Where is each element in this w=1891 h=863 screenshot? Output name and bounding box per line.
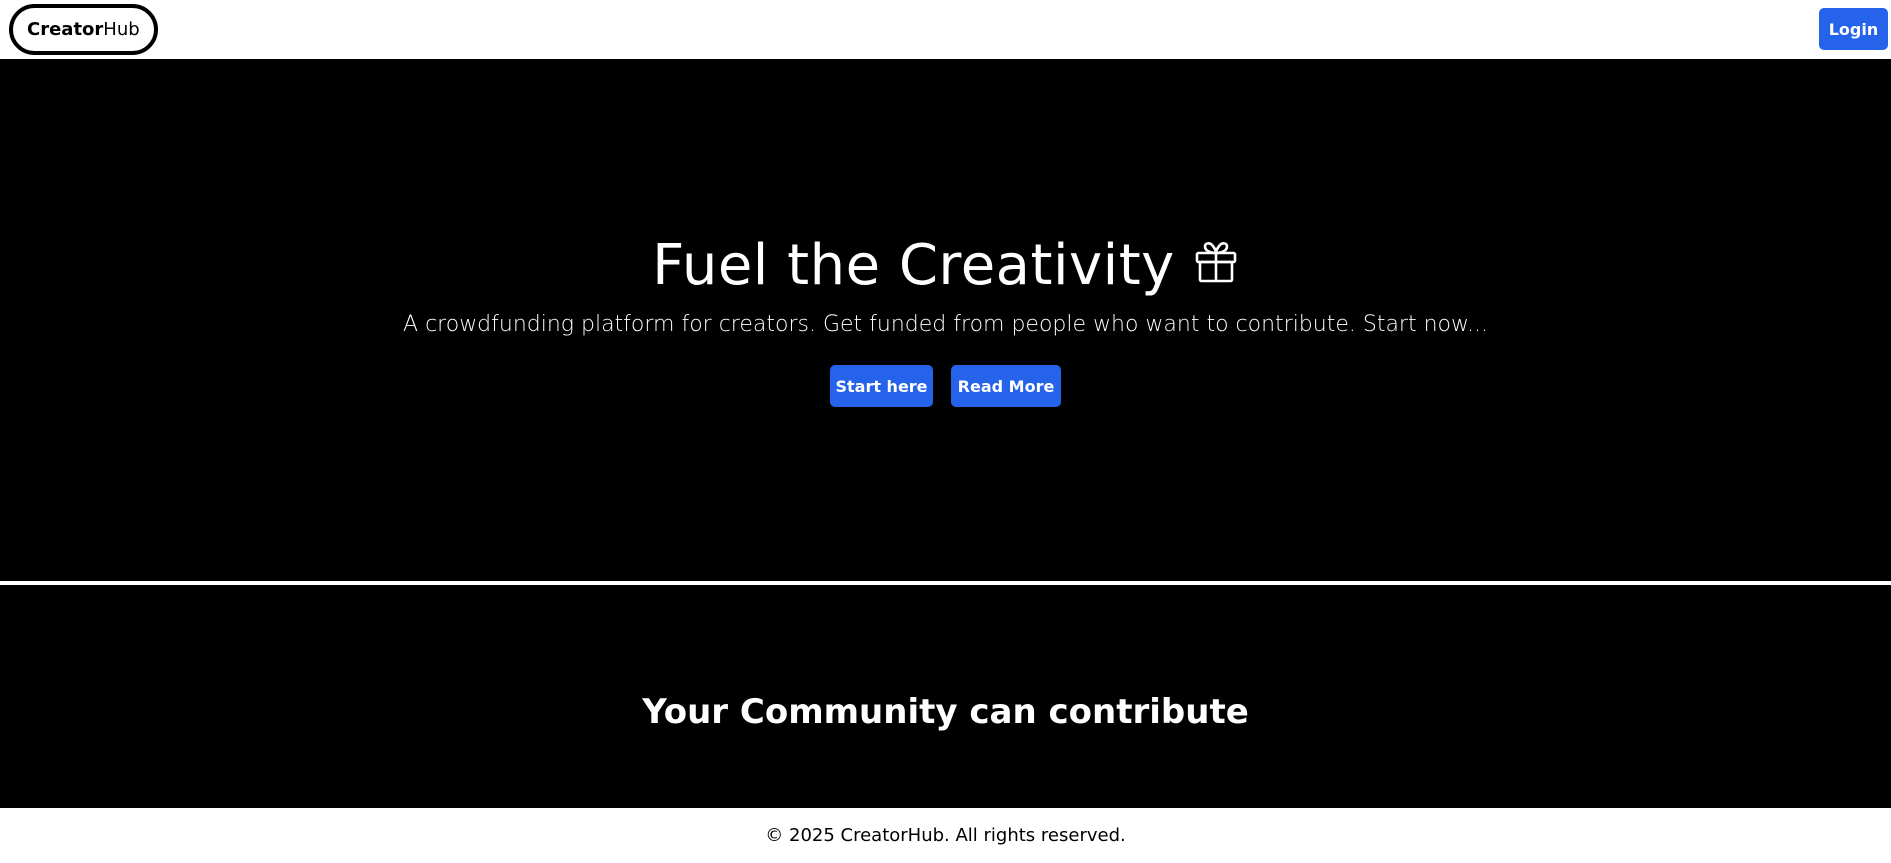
top-navbar: Creator Hub Login: [0, 0, 1891, 59]
login-button[interactable]: Login: [1819, 8, 1888, 50]
logo-text-bold: Creator: [27, 19, 104, 40]
community-title: Your Community can contribute: [642, 692, 1249, 732]
page-footer: © 2025 CreatorHub. All rights reserved.: [0, 808, 1891, 863]
hero-section: Fuel the Creativity A crowdfunding platf…: [0, 59, 1891, 581]
site-logo[interactable]: Creator Hub: [9, 4, 158, 55]
copyright-text: © 2025 CreatorHub. All rights reserved.: [765, 825, 1126, 846]
start-here-button[interactable]: Start here: [830, 365, 933, 407]
gift-icon: [1193, 239, 1239, 285]
read-more-button[interactable]: Read More: [951, 365, 1061, 407]
community-section: Your Community can contribute: [0, 585, 1891, 808]
hero-actions: Start here Read More: [0, 365, 1891, 407]
hero-subtitle: A crowdfunding platform for creators. Ge…: [403, 312, 1488, 337]
hero-heading: Fuel the Creativity: [0, 229, 1891, 301]
logo-text-light: Hub: [103, 19, 140, 40]
hero-title: Fuel the Creativity: [652, 232, 1175, 298]
